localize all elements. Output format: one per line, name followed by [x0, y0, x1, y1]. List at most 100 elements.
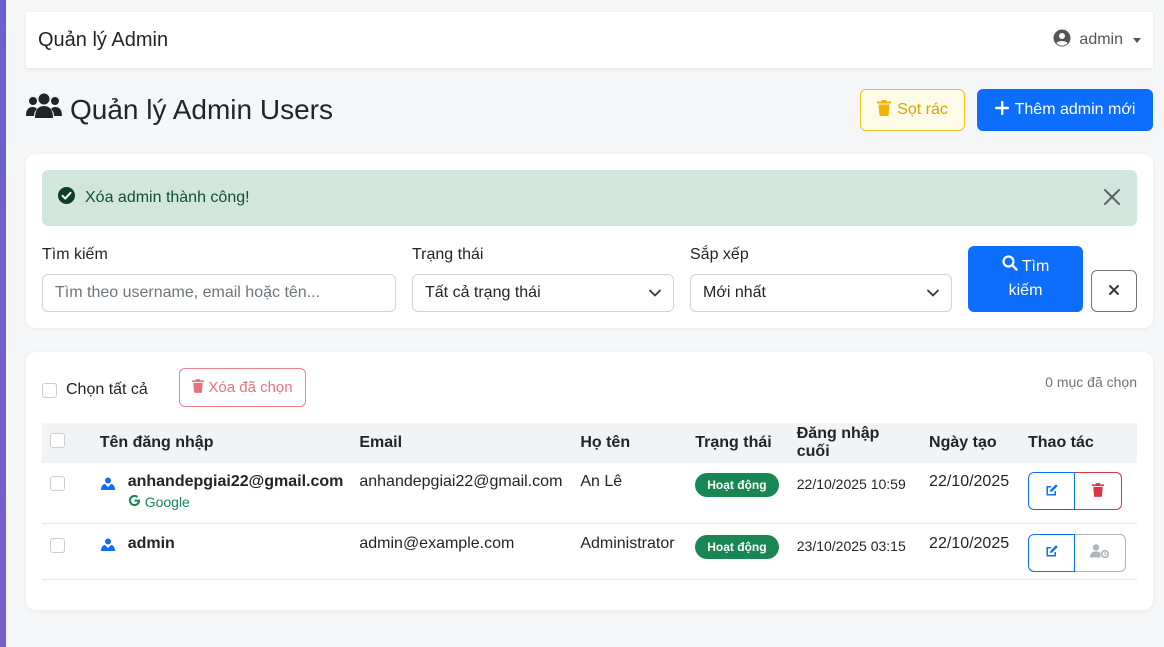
left-accent-strip — [0, 0, 6, 647]
last-login-cell: 22/10/2025 10:59 — [788, 463, 922, 524]
admin-table-card: Chọn tất cả Xóa đã chọn 0 mục đã chọn Tê… — [26, 352, 1153, 610]
search-input[interactable]: Tìm theo username, email hoặc tên... — [42, 274, 396, 312]
user-menu-label: admin — [1079, 31, 1123, 48]
select-all-control[interactable]: Chọn tất cả — [42, 381, 148, 399]
close-icon — [1108, 284, 1120, 299]
username-cell: anhandepgiai22@gmail.com Google — [91, 463, 352, 524]
username: admin — [127, 534, 175, 552]
status-cell: Hoạt động — [687, 523, 789, 580]
column-header[interactable]: Ngày tạo — [921, 423, 1020, 463]
status-select[interactable]: Tất cả trạng thái — [412, 274, 674, 312]
header-actions: Sọt rác Thêm admin mới — [860, 89, 1153, 131]
trash-bin-button[interactable]: Sọt rác — [860, 89, 965, 131]
select-all-checkbox[interactable] — [42, 382, 57, 398]
user-shield-icon — [100, 538, 116, 557]
header-checkbox[interactable] — [50, 433, 65, 448]
user-menu-dropdown[interactable]: admin — [1053, 29, 1141, 52]
actions-cell — [1020, 523, 1137, 580]
created-cell: 22/10/2025 — [921, 523, 1020, 580]
clear-filters-button[interactable] — [1091, 270, 1137, 312]
filter-card: Xóa admin thành công! Tìm kiếm Tìm theo … — [26, 154, 1153, 328]
edit-icon — [1045, 483, 1059, 500]
edit-icon — [1045, 544, 1059, 561]
sort-filter-group: Sắp xếp Mới nhất — [690, 246, 952, 312]
status-badge: Hoạt động — [695, 473, 779, 497]
header-checkbox-cell — [42, 423, 92, 463]
column-header[interactable]: Đăng nhập cuối — [789, 423, 921, 463]
check-circle-icon — [58, 187, 75, 209]
user-lock-icon — [1090, 544, 1110, 561]
fullname-cell: Administrator — [572, 523, 688, 580]
alert-message: Xóa admin thành công! — [85, 189, 250, 206]
actions-cell — [1020, 463, 1137, 524]
chevron-down-icon — [927, 284, 939, 302]
users-icon — [26, 92, 62, 129]
column-header[interactable]: Họ tên — [572, 423, 687, 463]
app-brand[interactable]: Quản lý Admin — [38, 29, 168, 52]
delete-button[interactable] — [1075, 472, 1122, 510]
sort-select-value: Mới nhất — [703, 284, 766, 301]
page-title: Quản lý Admin Users — [70, 94, 333, 125]
fullname-cell: An Lê — [572, 463, 688, 524]
search-icon — [1002, 255, 1018, 279]
page-title-wrap: Quản lý Admin Users — [26, 92, 333, 129]
table-header-row: Tên đăng nhập Email Họ tên Trạng thái Đă… — [42, 423, 1137, 463]
email-cell: anhandepgiai22@gmail.com — [351, 463, 573, 524]
caret-down-icon — [1133, 37, 1141, 43]
trash-icon — [1092, 482, 1104, 500]
status-select-value: Tất cả trạng thái — [425, 284, 541, 301]
delete-selected-label: Xóa đã chọn — [208, 379, 293, 396]
trash-bin-label: Sọt rác — [897, 101, 948, 118]
select-all-label: Chọn tất cả — [66, 381, 148, 398]
row-actions — [1028, 472, 1129, 510]
row-checkbox-cell — [42, 523, 92, 580]
search-filter-group: Tìm kiếm Tìm theo username, email hoặc t… — [42, 246, 396, 312]
sort-label: Sắp xếp — [690, 246, 749, 263]
google-icon — [128, 494, 141, 510]
search-button-line1-wrap: Tìm — [1002, 255, 1050, 279]
username: anhandepgiai22@gmail.com — [127, 473, 344, 490]
search-button-line1: Tìm — [1021, 258, 1050, 275]
top-navbar: Quản lý Admin admin — [26, 12, 1153, 68]
status-filter-group: Trạng thái Tất cả trạng thái — [412, 246, 674, 312]
delete-selected-button[interactable]: Xóa đã chọn — [179, 368, 306, 407]
table-row: anhandepgiai22@gmail.com Google anhandep… — [42, 463, 1137, 524]
search-label: Tìm kiếm — [42, 246, 108, 263]
sort-select[interactable]: Mới nhất — [690, 274, 952, 312]
page-header: Quản lý Admin Users Sọt rác Thêm admin m… — [26, 88, 1153, 132]
created-cell: 22/10/2025 — [921, 463, 1020, 524]
last-login: 23/10/2025 03:15 — [796, 537, 906, 554]
trash-icon — [877, 99, 892, 121]
username-cell: admin — [91, 523, 352, 580]
add-admin-button[interactable]: Thêm admin mới — [977, 89, 1153, 131]
last-login-cell: 23/10/2025 03:15 — [788, 523, 922, 580]
search-button[interactable]: Tìm kiếm — [968, 246, 1083, 312]
admin-table: Tên đăng nhập Email Họ tên Trạng thái Đă… — [42, 423, 1137, 580]
trash-icon — [192, 378, 205, 397]
status-cell: Hoạt động — [687, 463, 789, 524]
column-header[interactable]: Tên đăng nhập — [92, 423, 352, 463]
search-button-line2: kiếm — [1008, 282, 1043, 299]
provider-tag: Google — [128, 494, 344, 510]
chevron-down-icon — [649, 284, 661, 302]
table-row: admin admin@example.com Administrator Ho… — [42, 523, 1137, 580]
user-circle-icon — [1053, 29, 1071, 52]
row-checkbox[interactable] — [50, 476, 65, 491]
user-shield-icon — [100, 477, 116, 510]
column-header[interactable]: Trạng thái — [687, 423, 789, 463]
row-checkbox[interactable] — [50, 537, 65, 553]
row-actions — [1028, 533, 1129, 572]
row-checkbox-cell — [42, 463, 92, 524]
status-badge: Hoạt động — [695, 534, 779, 559]
add-admin-label: Thêm admin mới — [1014, 101, 1136, 118]
column-header: Thao tác — [1028, 434, 1094, 451]
edit-button[interactable] — [1028, 472, 1075, 510]
success-alert: Xóa admin thành công! — [42, 170, 1137, 226]
edit-button[interactable] — [1028, 533, 1075, 572]
close-icon[interactable] — [1101, 186, 1123, 213]
email-cell: admin@example.com — [351, 523, 573, 580]
bulk-toolbar: Chọn tất cả Xóa đã chọn 0 mục đã chọn — [42, 368, 1137, 408]
plus-icon — [994, 100, 1009, 120]
user-settings-button[interactable] — [1075, 533, 1126, 572]
column-header[interactable]: Email — [351, 423, 572, 463]
